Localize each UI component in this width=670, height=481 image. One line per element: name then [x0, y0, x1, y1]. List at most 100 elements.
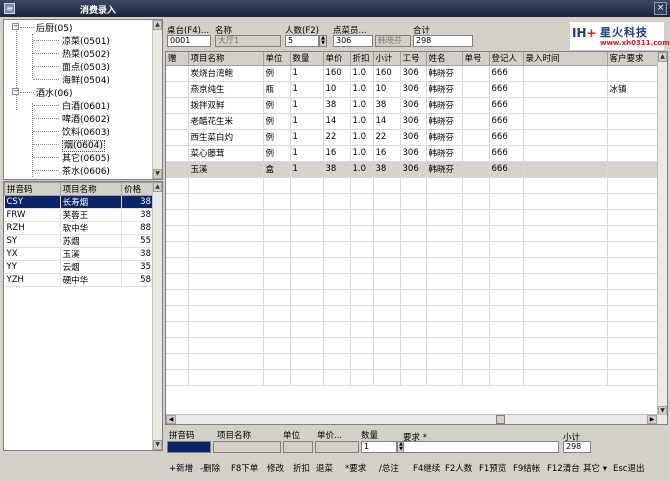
- item-list[interactable]: 拼音码 项目名称 价格 CSY 长寿烟 38 FRW 芙蓉王 38 RZH 软中华 88 SY 苏烟 55…: [3, 181, 163, 451]
- tree-node[interactable]: − 后厨(05): [12, 21, 72, 34]
- table-cell: [166, 241, 189, 258]
- shortcut-item[interactable]: 修改: [267, 462, 284, 474]
- grid-column-header[interactable]: 登记人: [489, 52, 524, 66]
- tree-node[interactable]: 热菜(0502): [33, 47, 110, 60]
- tree-node[interactable]: − 酒水(06): [12, 86, 72, 99]
- shortcut-item[interactable]: +新增: [169, 462, 193, 474]
- grid-column-header[interactable]: 赠: [166, 52, 189, 66]
- table-cell: 菜心藤茸: [188, 145, 264, 162]
- pinyin-input[interactable]: [167, 441, 211, 453]
- shortcut-item[interactable]: F8下单: [231, 462, 258, 474]
- requirement-input[interactable]: [403, 441, 559, 453]
- grid-column-header[interactable]: 数量: [290, 52, 324, 66]
- shortcut-item[interactable]: F4继续: [413, 462, 440, 474]
- scroll-left-arrow-icon[interactable]: ◀: [166, 415, 176, 424]
- scroll-right-arrow-icon[interactable]: ▶: [647, 415, 657, 424]
- shortcut-item[interactable]: F1预览: [479, 462, 506, 474]
- table-cell: [290, 273, 324, 290]
- list-item[interactable]: SY 苏烟 55: [4, 234, 154, 248]
- table-cell: [462, 161, 490, 178]
- list-item[interactable]: YZH 硬中华 58: [4, 273, 154, 287]
- scroll-up-arrow-icon[interactable]: ▲: [153, 182, 162, 192]
- tree-node[interactable]: 凉菜(0501): [33, 34, 110, 47]
- order-grid[interactable]: 赠项目名称 单位 数量 单价 折扣 小计 工号 姓名 单号 登记人 录入时间 客户要求 炭烧台湾鲍例 1…: [165, 51, 668, 425]
- table-cell: [188, 337, 264, 354]
- grid-column-header[interactable]: 单号: [462, 52, 490, 66]
- shortcut-item[interactable]: Esc退出: [613, 462, 644, 474]
- tree-node[interactable]: 烟(0604): [33, 138, 105, 152]
- shortcut-item[interactable]: *要求: [345, 462, 366, 474]
- list-cell: 35: [121, 260, 154, 274]
- list-column-header[interactable]: 价格: [121, 182, 154, 196]
- shortcut-item[interactable]: 退菜: [316, 462, 333, 474]
- shortcut-item[interactable]: 其它 ▾: [583, 462, 607, 474]
- table-row[interactable]: 拨拌双鲜例 1 38 1.0 38 306 韩晓芬 666: [166, 97, 660, 114]
- tree-node[interactable]: 面点(0503): [33, 60, 110, 73]
- table-cell: 老醋花生米: [188, 113, 264, 130]
- scroll-up-arrow-icon[interactable]: ▲: [658, 52, 667, 62]
- table-row[interactable]: 燕京纯生瓶 1 10 1.0 10 306 韩晓芬 666 冰镇: [166, 81, 660, 98]
- grid-column-header[interactable]: 单位: [263, 52, 291, 66]
- grid-column-header[interactable]: 项目名称: [188, 52, 264, 66]
- grid-column-header[interactable]: 折扣: [350, 52, 374, 66]
- grid-column-header[interactable]: 单价: [323, 52, 351, 66]
- scroll-down-arrow-icon[interactable]: ▼: [153, 169, 162, 179]
- table-field[interactable]: 0001: [167, 35, 211, 47]
- list-column-header[interactable]: 拼音码: [4, 182, 61, 196]
- table-cell: [462, 193, 490, 210]
- grid-column-header[interactable]: 客户要求: [607, 52, 660, 66]
- tree-node[interactable]: 白酒(0601): [33, 99, 110, 112]
- close-button[interactable]: ×: [654, 2, 667, 15]
- list-item[interactable]: CSY 长寿烟 38: [4, 195, 154, 209]
- table-cell: 西生菜白灼: [188, 129, 264, 146]
- table-cell: [350, 241, 374, 258]
- scroll-down-arrow-icon[interactable]: ▼: [153, 440, 162, 450]
- table-cell: [290, 193, 324, 210]
- shortcut-item[interactable]: 折扣: [293, 462, 310, 474]
- tree-scrollbar[interactable]: ▲ ▼: [152, 20, 162, 179]
- table-row[interactable]: 玉溪盒 1 38 1.0 38 306 韩晓芬 666: [166, 161, 660, 178]
- grid-hscrollbar[interactable]: ◀ ▶: [166, 414, 667, 424]
- shortcut-item[interactable]: F9结帐: [513, 462, 540, 474]
- table-row[interactable]: 菜心藤茸例 1 16 1.0 16 306 韩晓芬 666: [166, 145, 660, 162]
- tree-node[interactable]: 饮料(0603): [33, 125, 110, 138]
- grid-column-header[interactable]: 小计: [373, 52, 401, 66]
- table-cell: [323, 225, 351, 242]
- list-column-header[interactable]: 项目名称: [59, 182, 123, 196]
- grid-scrollbar[interactable]: ▲ ▼: [657, 52, 667, 416]
- qty-input[interactable]: 1: [361, 441, 397, 453]
- empty-table-row: [166, 257, 660, 274]
- hscroll-thumb[interactable]: [496, 415, 505, 424]
- table-cell: [489, 369, 524, 386]
- list-scrollbar[interactable]: ▲ ▼: [152, 182, 162, 450]
- table-cell: [350, 289, 374, 306]
- grid-column-header[interactable]: 姓名: [426, 52, 463, 66]
- tree-node[interactable]: 啤酒(0602): [33, 112, 110, 125]
- table-row[interactable]: 炭烧台湾鲍例 1 160 1.0 160 306 韩晓芬 666: [166, 65, 660, 82]
- category-tree[interactable]: − 后厨(05) 凉菜(0501) 热菜(0502) 面点(0503) 海鲜(0504) −…: [3, 19, 163, 180]
- table-row[interactable]: 老醋花生米例 1 14 1.0 14 306 韩晓芬 666: [166, 113, 660, 130]
- collapse-icon[interactable]: −: [12, 23, 19, 30]
- tree-node[interactable]: 茶水(0606): [33, 164, 110, 177]
- list-item[interactable]: RZH 软中华 88: [4, 221, 154, 235]
- people-spinner[interactable]: ▲ ▼: [319, 35, 327, 47]
- collapse-icon[interactable]: −: [12, 88, 19, 95]
- unit-label: 单位: [283, 431, 301, 441]
- shortcut-item[interactable]: /总注: [379, 462, 399, 474]
- shortcut-item[interactable]: F12清台: [547, 462, 580, 474]
- grid-column-header[interactable]: 工号: [400, 52, 427, 66]
- grid-column-header[interactable]: 录入时间: [523, 52, 608, 66]
- scroll-up-arrow-icon[interactable]: ▲: [153, 20, 162, 30]
- list-item[interactable]: YY 云烟 35: [4, 260, 154, 274]
- shortcut-item[interactable]: -删除: [200, 462, 220, 474]
- waiter-code-field[interactable]: 306: [333, 35, 373, 47]
- tree-node[interactable]: 海鲜(0504): [33, 73, 110, 86]
- table-cell: [523, 369, 608, 386]
- people-field[interactable]: 5: [285, 35, 319, 47]
- empty-table-row: [166, 289, 660, 306]
- shortcut-item[interactable]: F2人数: [445, 462, 472, 474]
- table-row[interactable]: 西生菜白灼例 1 22 1.0 22 306 韩晓芬 666: [166, 129, 660, 146]
- tree-node[interactable]: 其它(0605): [33, 151, 110, 164]
- list-item[interactable]: YX 玉溪 38: [4, 247, 154, 261]
- list-item[interactable]: FRW 芙蓉王 38: [4, 208, 154, 222]
